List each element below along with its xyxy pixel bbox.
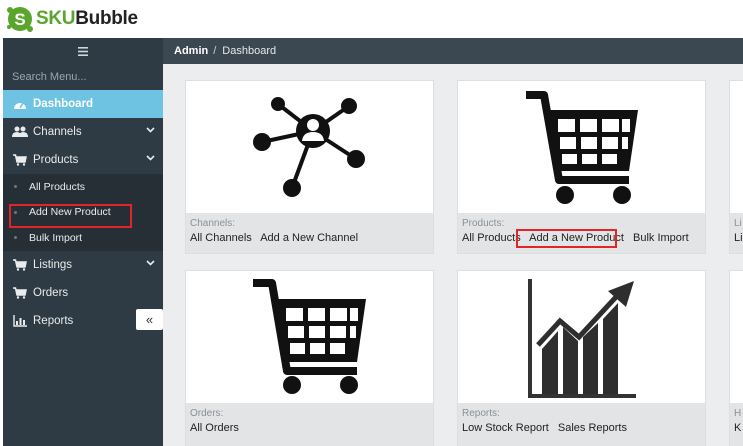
reports-card-label: Reports: [462, 408, 500, 419]
reports-card-footer: Reports: Low Stock Report Sales Reports [458, 403, 705, 446]
cart-icon [11, 258, 29, 272]
submenu-label: Bulk Import [29, 231, 83, 244]
link-sales-reports[interactable]: Sales Reports [558, 422, 627, 434]
link-all-channels[interactable]: All Channels [190, 232, 252, 244]
partial-card-footer: H K [730, 403, 743, 446]
link-partial[interactable]: K [734, 422, 741, 434]
reports-card: Reports: Low Stock Report Sales Reports [457, 270, 706, 446]
chevron-down-icon [146, 155, 155, 161]
sidebar-item-label: Channels [33, 126, 82, 138]
sidebar-item-orders[interactable]: Orders [3, 279, 163, 307]
channels-illustration [186, 81, 433, 215]
sidebar-item-label: Reports [33, 314, 74, 327]
bar-chart-icon [11, 314, 29, 328]
sidebar-item-label: Dashboard [33, 98, 94, 110]
link-low-stock-report[interactable]: Low Stock Report [462, 422, 549, 434]
cart-icon [11, 286, 29, 300]
search-menu-input[interactable]: Search Menu... [3, 64, 163, 90]
shopping-cart-icon [253, 279, 366, 394]
partial-card-bottom-right: H K [729, 270, 743, 446]
svg-text:S: S [14, 10, 25, 29]
top-bar: S SKUBubble [0, 0, 743, 38]
listings-card-footer: Li Li [730, 213, 743, 253]
link-listings-partial[interactable]: Li [734, 232, 743, 244]
brand-logo[interactable]: S SKUBubble [6, 5, 138, 33]
highlight-add-new-product-link [516, 229, 617, 248]
orders-illustration [186, 271, 433, 405]
growth-chart-icon [528, 279, 636, 398]
chevron-down-icon [146, 259, 155, 266]
link-all-products[interactable]: All Products [462, 232, 521, 244]
sidebar-item-label: Products [33, 154, 79, 166]
listings-card-partial: Li Li [729, 80, 743, 254]
sidebar-item-label: Listings [33, 258, 72, 271]
highlight-add-new-product-sidebar [9, 204, 132, 228]
brand-name: SKUBubble [36, 8, 138, 29]
network-icon [253, 97, 365, 197]
cart-icon [11, 153, 29, 167]
listings-card-label: Li [734, 218, 742, 229]
link-add-new-channel[interactable]: Add a New Channel [260, 232, 358, 244]
submenu-label: All Products [29, 180, 86, 193]
partial-card-label: H [734, 408, 742, 419]
sidebar-item-listings[interactable]: Listings [3, 251, 163, 279]
menu-toggle-button[interactable] [3, 38, 163, 64]
channels-card-footer: Channels: All Channels Add a New Channel [186, 213, 433, 253]
logo-bubble-icon: S [7, 7, 33, 32]
submenu-bulk-import[interactable]: Bulk Import [3, 225, 163, 251]
breadcrumb-root[interactable]: Admin [174, 45, 208, 57]
channels-card: Channels: All Channels Add a New Channel [185, 80, 434, 254]
channels-card-label: Channels: [190, 218, 236, 229]
breadcrumb-current: Dashboard [222, 45, 277, 57]
hamburger-icon [78, 46, 88, 56]
sidebar: Search Menu... Dashboard Channels Produc… [3, 38, 163, 446]
collapse-sidebar-button[interactable]: « [136, 309, 163, 330]
orders-card-label: Orders: [190, 408, 224, 419]
dashboard-icon [11, 97, 29, 111]
submenu-all-products[interactable]: All Products [3, 174, 163, 200]
link-all-orders[interactable]: All Orders [190, 422, 239, 434]
sidebar-item-label: Orders [33, 286, 69, 299]
reports-illustration [458, 271, 705, 405]
chevron-down-icon [146, 127, 155, 133]
link-bulk-import[interactable]: Bulk Import [633, 232, 689, 244]
orders-card-footer: Orders: All Orders [186, 403, 433, 446]
products-illustration [458, 81, 705, 215]
breadcrumb-separator: / [213, 45, 217, 57]
sidebar-item-channels[interactable]: Channels [3, 118, 163, 146]
orders-card: Orders: All Orders [185, 270, 434, 446]
shopping-cart-icon [526, 91, 638, 204]
sidebar-item-products[interactable]: Products [3, 146, 163, 174]
users-icon [11, 125, 29, 139]
products-card: Products: All Products Add a New Product… [457, 80, 706, 254]
dashboard-main: Channels: All Channels Add a New Channel [163, 64, 743, 446]
breadcrumb: Admin / Dashboard [163, 38, 743, 64]
sidebar-item-dashboard[interactable]: Dashboard [3, 90, 163, 118]
